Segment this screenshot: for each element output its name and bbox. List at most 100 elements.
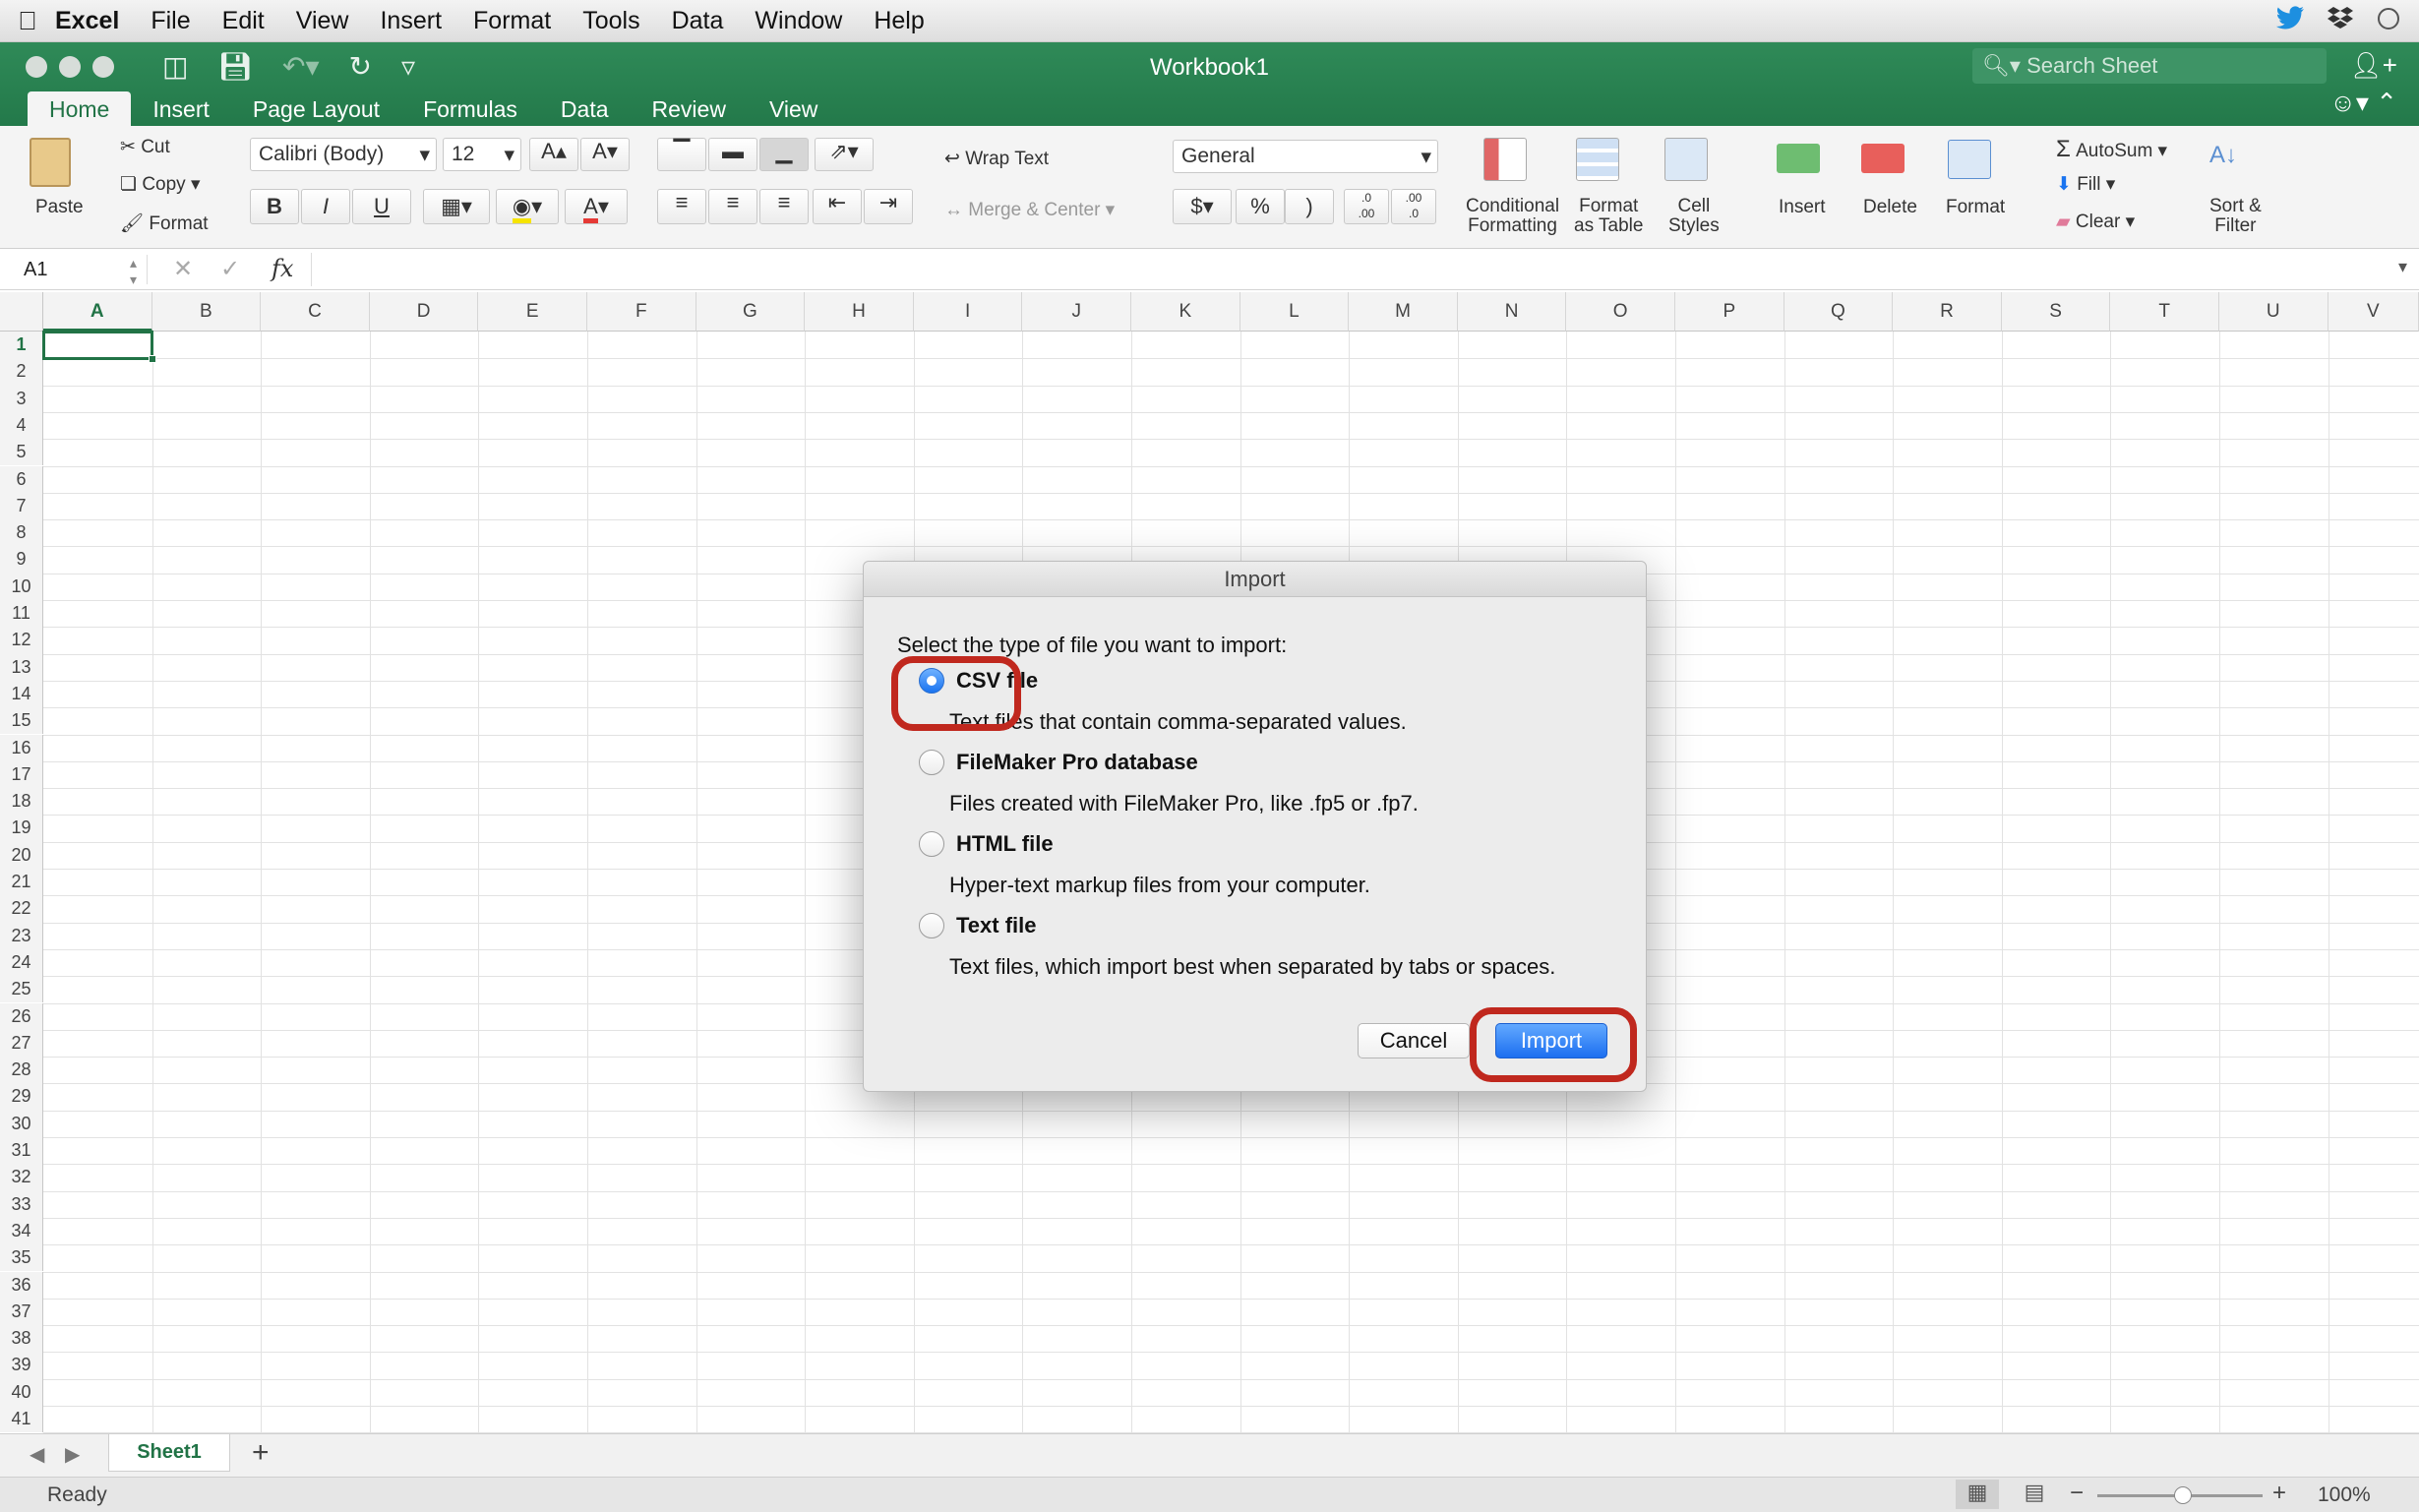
search-sheet-input[interactable]: 🔍︎▾ Search Sheet [1972,48,2327,84]
row-header[interactable]: 39 [0,1352,43,1379]
menu-app[interactable]: Excel [55,7,119,35]
font-color-button[interactable]: A▾ [565,189,628,224]
merge-center-button[interactable]: ↔ Merge & Center ▾ [944,199,1115,221]
row-header[interactable]: 13 [0,653,43,681]
option-html-file[interactable]: HTML file [919,831,1054,857]
option-filemaker-pro-database[interactable]: FileMaker Pro database [919,750,1198,775]
row-header[interactable]: 37 [0,1298,43,1326]
align-top-button[interactable]: ▔ [657,138,706,171]
currency-button[interactable]: $▾ [1173,189,1232,224]
column-header[interactable]: H [805,292,914,332]
twitter-icon[interactable] [2275,6,2305,31]
format-cells-button[interactable]: Format [1946,197,2005,218]
row-header[interactable]: 23 [0,922,43,949]
column-header[interactable]: F [587,292,696,332]
row-header[interactable]: 32 [0,1164,43,1191]
cell-styles-button[interactable]: Cell Styles [1668,197,1720,236]
tab-formulas[interactable]: Formulas [401,91,539,129]
column-header[interactable]: V [2328,292,2419,332]
menu-window[interactable]: Window [755,7,842,35]
row-header[interactable]: 20 [0,841,43,869]
number-format-select[interactable]: General ▾ [1173,140,1438,173]
insert-function-icon[interactable]: fx [272,255,293,282]
dropbox-icon[interactable] [2327,6,2354,31]
paste-icon[interactable] [30,138,71,187]
expand-formula-bar-icon[interactable]: ▾ [2398,257,2407,277]
page-layout-view-icon[interactable]: ▤ [2015,1480,2054,1509]
column-header[interactable]: N [1457,292,1567,332]
tab-home[interactable]: Home [28,91,132,129]
formula-input[interactable] [311,253,2377,286]
column-header[interactable]: G [695,292,806,332]
conditional-formatting-button[interactable]: Conditional Formatting [1466,197,1559,236]
column-header[interactable]: D [369,292,479,332]
format-painter-button[interactable]: 🖌︎ Format [120,212,209,235]
column-header[interactable]: S [2001,292,2111,332]
tab-review[interactable]: Review [631,91,748,129]
menu-insert[interactable]: Insert [380,7,442,35]
column-header[interactable]: L [1240,292,1350,332]
menu-format[interactable]: Format [473,7,551,35]
row-header[interactable]: 12 [0,627,43,654]
zoom-in-button[interactable]: + [2272,1480,2286,1507]
cut-button[interactable]: ✂ Cut [120,136,170,158]
cancel-button[interactable]: Cancel [1358,1023,1470,1058]
format-as-table-icon[interactable] [1576,138,1619,181]
format-as-table-button[interactable]: Format as Table [1574,197,1643,236]
increase-font-size-button[interactable]: A▴ [529,138,578,171]
conditional-formatting-icon[interactable] [1483,138,1527,181]
row-header[interactable]: 8 [0,519,43,547]
zoom-out-button[interactable]: − [2070,1480,2084,1507]
enter-formula-icon[interactable]: ✓ [220,255,240,283]
row-header[interactable]: 31 [0,1137,43,1165]
fill-button[interactable]: ⬇ Fill ▾ [2056,173,2115,196]
row-header[interactable]: 24 [0,948,43,977]
underline-button[interactable]: U [352,189,411,224]
row-header[interactable]: 6 [0,465,43,493]
row-header[interactable]: 11 [0,600,43,628]
add-sheet-button[interactable]: + [252,1436,270,1470]
sheet-tab-sheet1[interactable]: Sheet1 [108,1434,230,1472]
selected-cell-a1[interactable] [42,331,156,364]
copy-button[interactable]: ❏ Copy ▾ [120,173,201,196]
orientation-button[interactable]: ⇗▾ [815,138,874,171]
italic-button[interactable]: I [301,189,350,224]
share-icon[interactable]: 👤︎+ [2350,50,2397,81]
insert-cells-icon[interactable] [1777,144,1820,173]
row-header[interactable]: 25 [0,976,43,1003]
row-header[interactable]: 29 [0,1083,43,1111]
row-header[interactable]: 7 [0,492,43,520]
radio-text-file[interactable] [919,913,944,938]
clear-button[interactable]: ▰ Clear ▾ [2056,211,2135,233]
menu-edit[interactable]: Edit [222,7,265,35]
row-header[interactable]: 28 [0,1057,43,1084]
comma-style-button[interactable]: ) [1285,189,1334,224]
menu-data[interactable]: Data [672,7,724,35]
bold-button[interactable]: B [250,189,299,224]
column-header[interactable]: E [478,292,587,332]
column-header[interactable]: B [151,292,262,332]
tab-insert[interactable]: Insert [131,91,231,129]
zoom-slider[interactable] [2097,1486,2263,1504]
paste-button[interactable]: Paste [35,197,84,218]
wrap-text-button[interactable]: ↩ Wrap Text [944,148,1049,170]
row-header[interactable]: 27 [0,1029,43,1058]
row-header[interactable]: 4 [0,411,43,440]
decrease-font-size-button[interactable]: A▾ [580,138,630,171]
row-header[interactable]: 33 [0,1190,43,1218]
prev-sheet-icon[interactable]: ◀ [30,1442,44,1467]
menu-help[interactable]: Help [874,7,924,35]
row-header[interactable]: 22 [0,895,43,923]
align-right-button[interactable]: ≡ [759,189,809,224]
status-circle-icon[interactable] [2376,6,2401,31]
decrease-decimal-button[interactable]: .00 .0 [1391,189,1436,224]
column-header[interactable]: A [43,292,152,332]
delete-cells-button[interactable]: Delete [1863,197,1917,218]
row-header[interactable]: 3 [0,385,43,412]
zoom-slider-thumb[interactable] [2174,1486,2192,1504]
sort-filter-button[interactable]: Sort & Filter [2209,197,2262,236]
row-header[interactable]: 17 [0,760,43,789]
percent-button[interactable]: % [1236,189,1285,224]
column-header[interactable]: C [261,292,370,332]
row-header[interactable]: 21 [0,869,43,896]
